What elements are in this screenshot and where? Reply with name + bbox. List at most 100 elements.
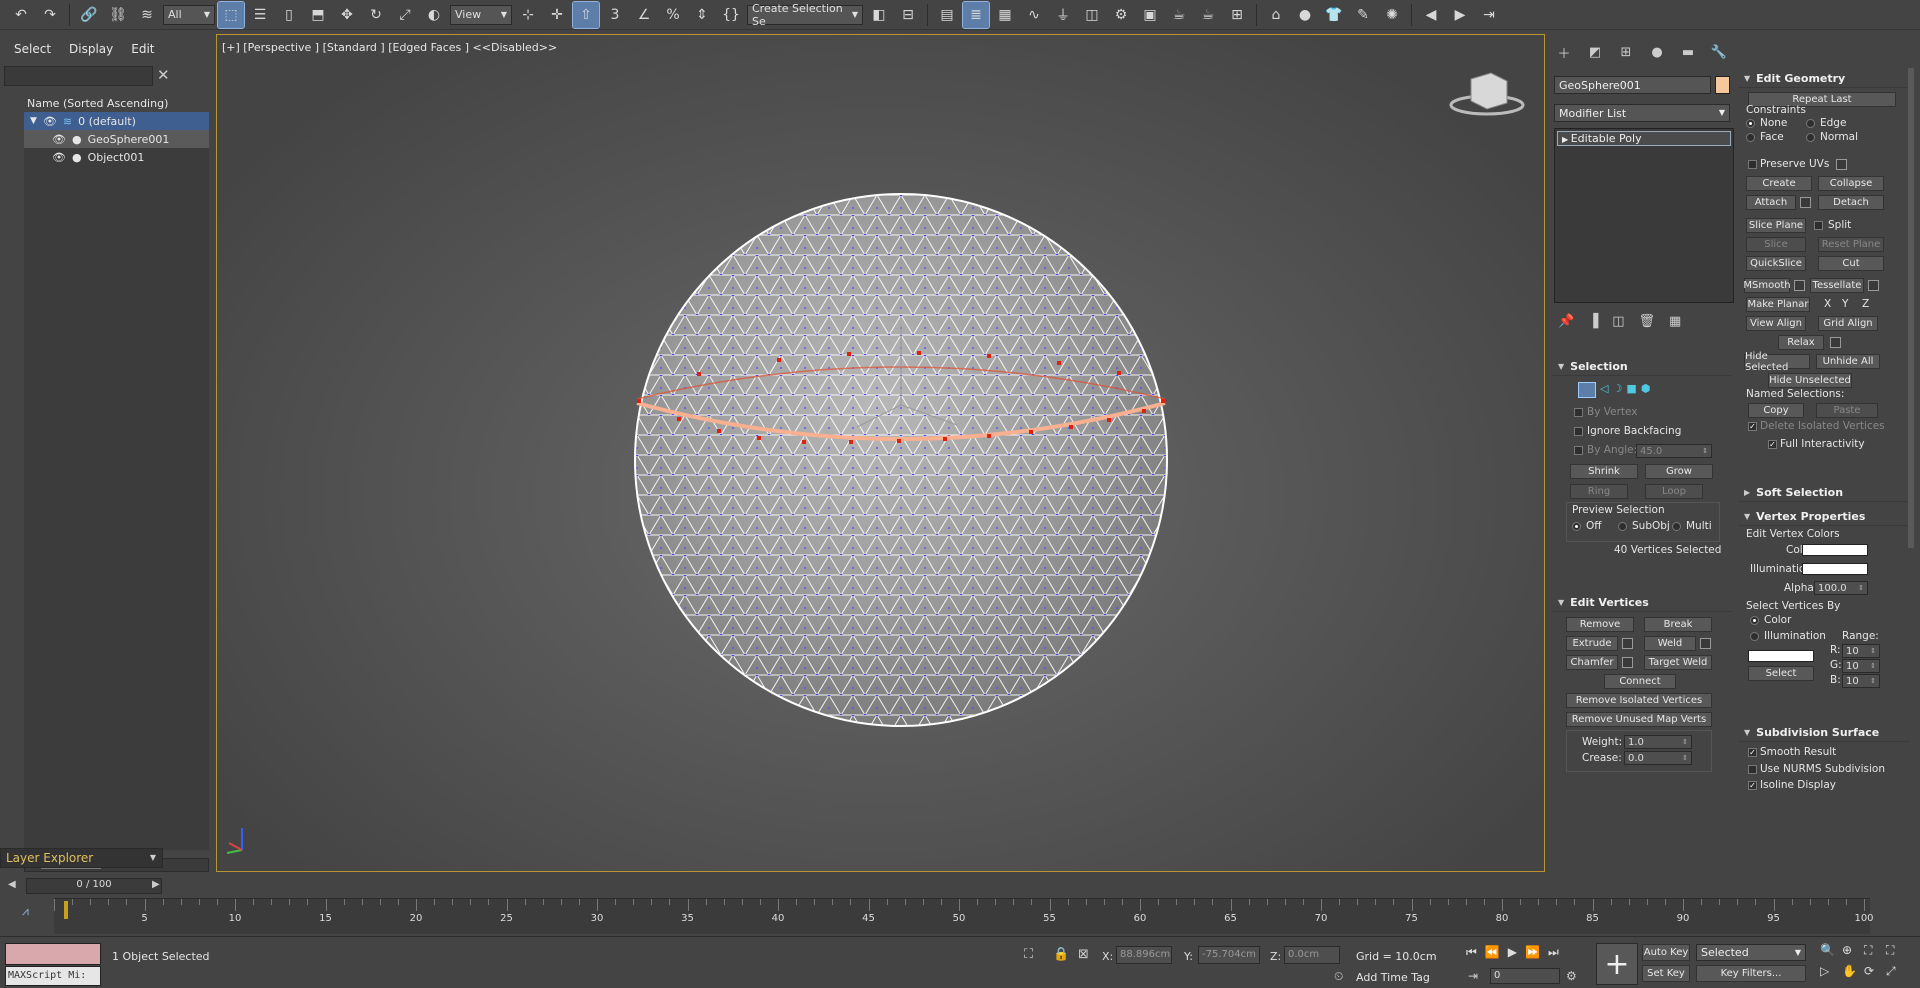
geosphere-mesh[interactable] (217, 35, 1546, 873)
placement-icon[interactable]: ◐ (421, 2, 447, 28)
create-button[interactable]: Create (1746, 176, 1812, 191)
stack-item-editable-poly[interactable]: ▶ Editable Poly (1557, 131, 1731, 146)
edit-vertices-rollout-header[interactable]: ▼ Edit Vertices (1552, 594, 1732, 612)
rendered-frame-window-icon[interactable]: ▣ (1137, 2, 1163, 28)
attach-settings-icon[interactable] (1800, 197, 1811, 208)
render-setup-icon[interactable]: ⚙ (1108, 2, 1134, 28)
selection-filter-dropdown[interactable]: All ▼ (163, 4, 215, 25)
remove-button[interactable]: Remove (1566, 617, 1634, 632)
copy-button[interactable]: Copy (1748, 403, 1804, 418)
close-icon[interactable]: ✕ (157, 66, 170, 84)
spinner-arrows-icon[interactable]: ⇕ (1858, 584, 1864, 592)
render-iterative-icon[interactable]: ☕ (1195, 2, 1221, 28)
preview-subobj-radio[interactable] (1618, 522, 1627, 531)
pan-icon[interactable]: ✋ (1842, 964, 1864, 979)
paint-tube-icon[interactable]: ✎ (1350, 2, 1376, 28)
selection-region-icon[interactable]: ▯ (276, 2, 302, 28)
remove-modifier-icon[interactable]: 🗑 (1638, 314, 1655, 329)
scale-icon[interactable]: ⤢ (392, 2, 418, 28)
pivot-center-icon[interactable]: ⊹ (515, 2, 541, 28)
constraint-none-radio[interactable] (1746, 119, 1755, 128)
spinner-snap-icon[interactable]: ⇕ (689, 2, 715, 28)
select-by-color-radio[interactable] (1750, 616, 1759, 625)
window-crossing-icon[interactable]: ⬒ (305, 2, 331, 28)
render-cloud-icon[interactable]: ⊞ (1224, 2, 1250, 28)
element-mode-icon[interactable]: ⬢ (1641, 382, 1651, 398)
reset-plane-button[interactable]: Reset Plane (1818, 237, 1884, 252)
render-production-icon[interactable]: ☕ (1166, 2, 1192, 28)
viewport-forward-icon[interactable]: ⇥ (1476, 2, 1502, 28)
shrink-button[interactable]: Shrink (1570, 464, 1638, 479)
angle-snap-icon[interactable]: ∠ (631, 2, 657, 28)
zoom-extents-icon[interactable]: ⛶ (1864, 943, 1886, 958)
set-key-button[interactable]: Set Key (1642, 965, 1690, 982)
spinner-arrows-icon[interactable]: ⇕ (1870, 662, 1876, 670)
range-b-spinner[interactable]: 10 ⇕ (1842, 674, 1880, 688)
chamfer-settings-icon[interactable] (1622, 657, 1633, 668)
y-coordinate-field[interactable]: -75.704cm (1198, 946, 1260, 964)
redo-icon[interactable]: ↷ (37, 2, 63, 28)
list-item[interactable]: 👁 ● Object001 (24, 148, 209, 166)
make-planar-button[interactable]: Make Planar (1746, 297, 1810, 312)
prev-frame-icon[interactable]: ◀ (8, 879, 16, 890)
border-mode-icon[interactable]: ☽ (1612, 382, 1622, 398)
pin-stack-icon[interactable]: 📌 (1558, 314, 1574, 329)
maximize-viewport-icon[interactable]: ⤢ (1886, 964, 1908, 979)
select-manipulate-icon[interactable]: ✛ (544, 2, 570, 28)
play-icon[interactable]: ▶ (1508, 945, 1517, 960)
tessellate-button[interactable]: Tessellate (1810, 278, 1864, 293)
toggle-layer-explorer-icon[interactable]: ≣ (962, 0, 990, 29)
configure-sets-icon[interactable]: ▦ (1669, 314, 1681, 329)
named-selection-dropdown[interactable]: Create Selection Se ▼ (747, 2, 863, 28)
time-config-icon[interactable]: ⚙ (1566, 969, 1577, 983)
viewport-back-icon[interactable]: ◀ (1418, 2, 1444, 28)
key-filters-button[interactable]: Key Filters... (1696, 965, 1806, 982)
vertex-mode-icon[interactable] (1578, 382, 1596, 398)
eye-icon[interactable]: 👁 (43, 115, 57, 128)
weight-spinner[interactable]: 1.0 ⇕ (1624, 735, 1692, 749)
isoline-display-checkbox[interactable]: ✓ (1748, 781, 1757, 790)
display-tab-icon[interactable]: ▬ (1678, 44, 1698, 60)
key-mode-icon[interactable]: ⇥ (1468, 969, 1478, 983)
connect-button[interactable]: Connect (1604, 674, 1676, 689)
slice-plane-button[interactable]: Slice Plane (1746, 218, 1806, 233)
align-icon[interactable]: ⊟ (895, 2, 921, 28)
z-coordinate-field[interactable]: 0.0cm (1284, 946, 1340, 964)
sphere-icon[interactable]: ● (1292, 2, 1318, 28)
current-frame-field[interactable]: 0 (1490, 968, 1560, 984)
quickslice-button[interactable]: QuickSlice (1746, 256, 1806, 271)
scene-list-header[interactable]: Name (Sorted Ascending) (24, 95, 209, 112)
subdivision-surface-rollout-header[interactable]: ▼ Subdivision Surface (1738, 724, 1910, 742)
paste-button[interactable]: Paste (1816, 403, 1878, 418)
msmooth-button[interactable]: MSmooth (1743, 278, 1791, 293)
planar-x-button[interactable]: X (1824, 298, 1831, 310)
command-panel-scrollbar[interactable] (1908, 68, 1914, 548)
next-frame-icon[interactable]: ▶ (152, 879, 160, 890)
material-editor-icon[interactable]: ◫ (1079, 2, 1105, 28)
menu-edit[interactable]: Edit (131, 42, 154, 56)
edit-named-selection-icon[interactable]: {} (718, 2, 744, 28)
schematic-view-icon[interactable]: ⏚ (1050, 2, 1076, 28)
spinner-arrows-icon[interactable]: ⇕ (1702, 447, 1708, 455)
selection-lock-icon[interactable]: 🔒 (1053, 947, 1069, 962)
vertex-alpha-spinner[interactable]: 100.0 ⇕ (1814, 581, 1868, 595)
auto-key-button[interactable]: Auto Key (1642, 944, 1690, 961)
snaps-toggle-icon[interactable]: 3 (602, 2, 628, 28)
prev-key-icon[interactable]: ⏪ (1485, 945, 1500, 960)
msmooth-settings-icon[interactable] (1794, 280, 1805, 291)
preserve-uvs-checkbox[interactable] (1748, 160, 1757, 169)
toggle-scene-explorer-icon[interactable]: ▤ (934, 2, 960, 28)
layer-explorer-dropdown[interactable]: Layer Explorer ▼ (0, 848, 163, 868)
modifier-list-dropdown[interactable]: Modifier List ▼ (1554, 104, 1730, 122)
keyboard-shortcut-override-icon[interactable]: ⇧ (572, 0, 600, 29)
add-time-tag-label[interactable]: Add Time Tag (1356, 971, 1430, 984)
smooth-result-checkbox[interactable]: ✓ (1748, 748, 1757, 757)
preserve-uvs-settings-icon[interactable] (1836, 159, 1847, 170)
spinner-arrows-icon[interactable]: ⇕ (1870, 677, 1876, 685)
break-button[interactable]: Break (1644, 617, 1712, 632)
set-keys-big-button[interactable]: + (1596, 943, 1638, 985)
viewport-play-icon[interactable]: ▶ (1447, 2, 1473, 28)
preview-off-radio[interactable] (1572, 522, 1581, 531)
expand-triangle-icon[interactable]: ▶ (1562, 135, 1571, 144)
edit-geometry-rollout-header[interactable]: ▼ Edit Geometry (1738, 70, 1910, 88)
